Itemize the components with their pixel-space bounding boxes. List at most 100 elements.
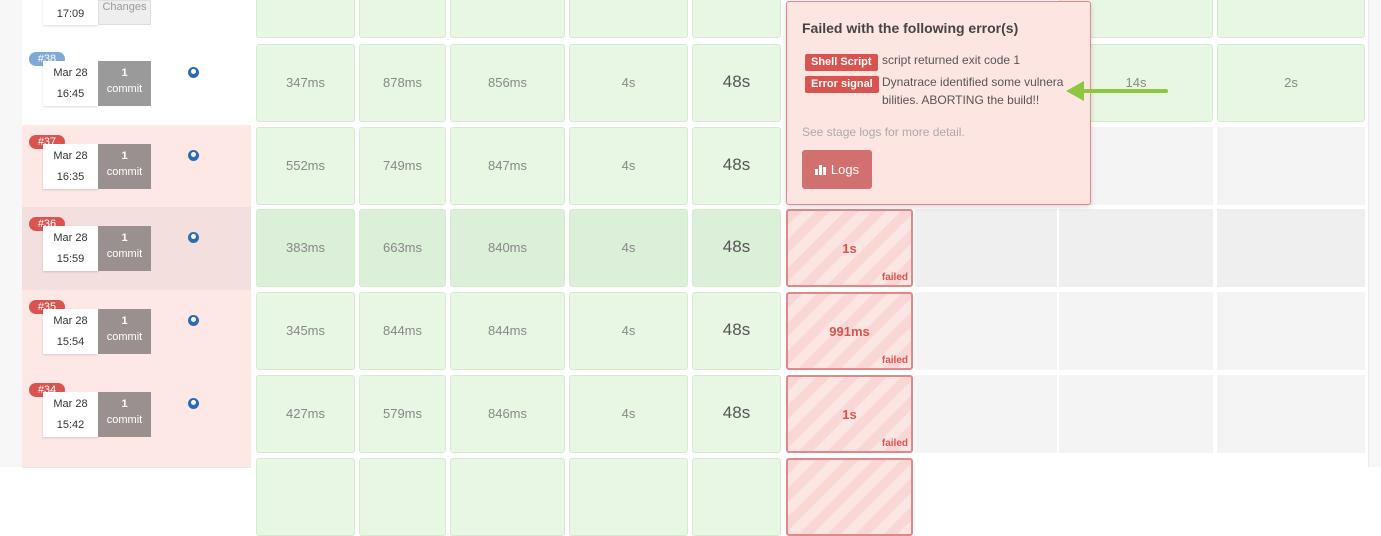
changes-box[interactable]: Changes xyxy=(98,0,151,25)
popup-hint: See stage logs for more detail. xyxy=(802,125,965,139)
stage-duration: 48s xyxy=(722,237,751,256)
stage-duration: 48s xyxy=(722,72,751,91)
right-scroll-gutter[interactable] xyxy=(1368,0,1381,467)
logs-button[interactable]: Logs xyxy=(802,150,872,189)
commit-box[interactable]: 1 commit xyxy=(98,144,151,189)
stage-cell[interactable] xyxy=(569,458,688,536)
build-row[interactable]: #36 Mar 28 15:59 1 commit 383ms 663ms 84… xyxy=(22,207,1368,291)
stage-cell[interactable]: 4s xyxy=(569,209,688,287)
build-date: Mar 28 xyxy=(53,67,88,79)
build-row-partial xyxy=(22,456,1368,536)
error-text: Dynatrace identified some vulnera xyxy=(882,75,1064,89)
stage-cell-failed[interactable]: 1s failed xyxy=(786,375,913,453)
stage-duration: 663ms xyxy=(382,240,423,255)
commit-count: 1 xyxy=(121,315,128,327)
stage-cell-failed[interactable]: 991ms failed xyxy=(786,292,913,370)
stage-cell[interactable] xyxy=(692,458,781,536)
build-row[interactable]: #34 Mar 28 15:42 1 commit 427ms 579ms 84… xyxy=(22,373,1368,457)
download-icon[interactable] xyxy=(188,315,199,326)
commit-label: commit xyxy=(106,248,143,260)
build-time: 17:09 xyxy=(56,8,85,20)
build-time: 15:59 xyxy=(56,253,85,265)
stage-cell-empty xyxy=(1059,375,1213,453)
stage-cell[interactable]: 427ms xyxy=(256,375,355,453)
stage-cell[interactable]: 663ms xyxy=(359,209,446,287)
date-box: Mar 28 15:54 xyxy=(43,309,98,354)
stage-cell[interactable]: 4s xyxy=(569,292,688,370)
stage-cell[interactable] xyxy=(359,0,446,38)
date-box: 17:09 xyxy=(43,0,98,25)
stage-cell[interactable]: 48s xyxy=(692,44,781,122)
stage-duration: 4s xyxy=(621,75,636,90)
stage-cell[interactable]: 4s xyxy=(569,44,688,122)
stage-cell-empty xyxy=(1217,127,1365,205)
stage-cell[interactable]: 4s xyxy=(569,375,688,453)
stage-cell[interactable] xyxy=(692,0,781,38)
stage-duration: 844ms xyxy=(382,323,423,338)
commit-box[interactable]: 1 commit xyxy=(98,226,151,271)
stage-cell[interactable]: 749ms xyxy=(359,127,446,205)
bar-chart-icon xyxy=(814,151,827,190)
commit-label: commit xyxy=(106,83,143,95)
download-icon[interactable] xyxy=(188,67,199,78)
stage-cell[interactable]: 347ms xyxy=(256,44,355,122)
failed-tag: failed xyxy=(881,272,908,283)
stage-cell[interactable] xyxy=(450,458,565,536)
stage-duration: 579ms xyxy=(382,406,423,421)
stage-cell[interactable] xyxy=(569,0,688,38)
build-time: 15:42 xyxy=(56,419,85,431)
stage-cell[interactable]: 4s xyxy=(569,127,688,205)
stage-cell[interactable]: 844ms xyxy=(450,292,565,370)
stage-cell[interactable]: 579ms xyxy=(359,375,446,453)
build-time: 16:35 xyxy=(56,171,85,183)
stage-cell[interactable]: 2s xyxy=(1217,44,1365,122)
commit-count: 1 xyxy=(121,398,128,410)
stage-duration: 856ms xyxy=(487,75,528,90)
stage-cell[interactable]: 48s xyxy=(692,292,781,370)
stage-cell-failed[interactable] xyxy=(786,458,913,536)
arrow-annotation-icon xyxy=(1066,81,1168,101)
stage-cell[interactable] xyxy=(1217,0,1365,38)
build-row[interactable]: #37 Mar 28 16:35 1 commit 552ms 749ms 84… xyxy=(22,125,1368,208)
stage-cell[interactable]: 840ms xyxy=(450,209,565,287)
stage-cell[interactable]: 846ms xyxy=(450,375,565,453)
stage-duration: 347ms xyxy=(285,75,326,90)
stage-cell[interactable]: 48s xyxy=(692,375,781,453)
stage-duration: 345ms xyxy=(285,323,326,338)
stage-cell[interactable]: 552ms xyxy=(256,127,355,205)
build-row[interactable]: #35 Mar 28 15:54 1 commit 345ms 844ms 84… xyxy=(22,290,1368,374)
date-box: Mar 28 15:59 xyxy=(43,226,98,271)
download-icon[interactable] xyxy=(188,232,199,243)
commit-label: commit xyxy=(106,166,143,178)
download-icon[interactable] xyxy=(188,398,199,409)
stage-cell[interactable]: 844ms xyxy=(359,292,446,370)
commit-box[interactable]: 1 commit xyxy=(98,392,151,437)
commit-label: commit xyxy=(106,414,143,426)
date-box: Mar 28 16:45 xyxy=(43,61,98,106)
build-date: Mar 28 xyxy=(53,398,88,410)
stage-duration: 48s xyxy=(722,320,751,339)
stage-cell-empty xyxy=(1217,375,1365,453)
download-icon[interactable] xyxy=(188,150,199,161)
failed-tag: failed xyxy=(881,355,908,366)
commit-count: 1 xyxy=(121,150,128,162)
error-label-shell-script: Shell Script xyxy=(805,54,878,71)
stage-cell[interactable]: 48s xyxy=(692,209,781,287)
commit-box[interactable]: 1 commit xyxy=(98,309,151,354)
stage-cell[interactable] xyxy=(359,458,446,536)
stage-cell[interactable]: 48s xyxy=(692,127,781,205)
stage-cell-failed[interactable]: 1s failed xyxy=(786,209,913,287)
stage-cell[interactable]: 878ms xyxy=(359,44,446,122)
stage-duration: 427ms xyxy=(285,406,326,421)
commit-box[interactable]: 1 commit xyxy=(98,61,151,106)
stage-cell[interactable]: 856ms xyxy=(450,44,565,122)
stage-cell[interactable]: 345ms xyxy=(256,292,355,370)
stage-cell[interactable]: 847ms xyxy=(450,127,565,205)
build-time: 16:45 xyxy=(56,88,85,100)
stage-cell-empty xyxy=(1217,292,1365,370)
stage-cell[interactable] xyxy=(450,0,565,38)
stage-cell[interactable] xyxy=(256,458,355,536)
stage-cell[interactable] xyxy=(256,0,355,38)
error-label-error-signal: Error signal xyxy=(805,76,879,93)
stage-cell[interactable]: 383ms xyxy=(256,209,355,287)
